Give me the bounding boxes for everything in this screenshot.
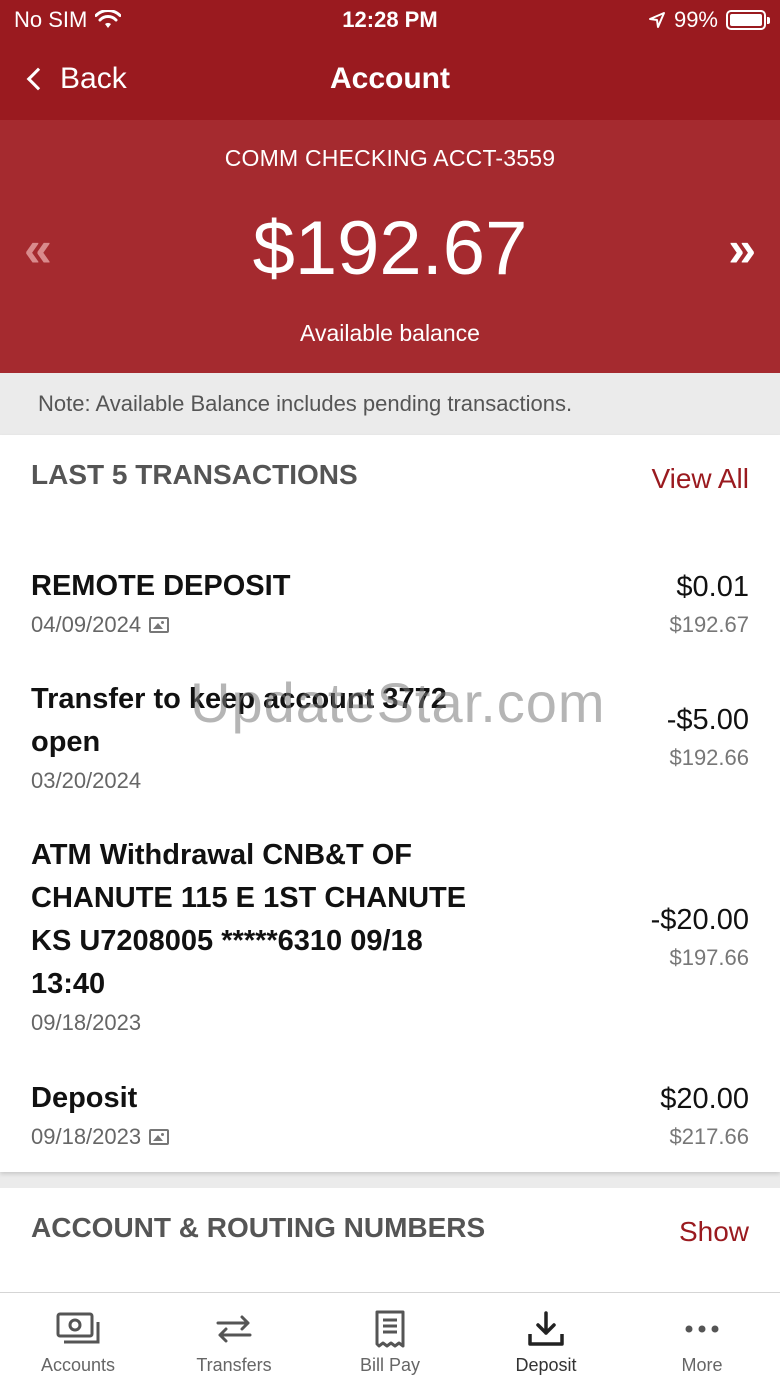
show-routing-link[interactable]: Show [679, 1216, 749, 1248]
status-right: 99% [648, 7, 770, 33]
page-title: Account [330, 62, 450, 95]
transaction-date: 09/18/2023 [31, 1124, 142, 1149]
transactions-title: LAST 5 TRANSACTIONS [31, 459, 358, 490]
battery-percent: 99% [673, 7, 718, 32]
running-balance: $192.67 [669, 612, 749, 637]
image-icon [149, 617, 170, 633]
routing-card: ACCOUNT & ROUTING NUMBERS Show [0, 1188, 780, 1293]
running-balance: $217.66 [669, 1124, 749, 1149]
transaction-description: Deposit [31, 1082, 138, 1114]
transaction-date: 09/18/2023 [31, 1010, 142, 1035]
transaction-date: 04/09/2024 [31, 612, 142, 637]
tab-label: More [681, 1355, 723, 1375]
transaction-amount: $0.01 [676, 571, 749, 603]
view-all-link[interactable]: View All [651, 463, 749, 495]
tab-label: Bill Pay [359, 1355, 421, 1375]
more-icon [685, 1325, 719, 1333]
next-account-button[interactable]: » [728, 220, 756, 278]
transaction-row[interactable]: Deposit 09/18/2023 $20.00 $217.66 [0, 1077, 780, 1157]
nav-bar: Back Account [0, 40, 780, 120]
watermark: UpdateStar.com [190, 671, 606, 734]
tab-more[interactable]: More [624, 1293, 780, 1387]
tab-bill-pay[interactable]: Bill Pay [312, 1293, 468, 1387]
transaction-description: ATM Withdrawal CNB&T OF CHANUTE 115 E 1S… [31, 839, 467, 1000]
transaction-description: REMOTE DEPOSIT [31, 570, 291, 602]
accounts-icon [56, 1312, 100, 1344]
tab-transfers[interactable]: Transfers [156, 1293, 312, 1387]
image-icon [149, 1129, 170, 1145]
status-bar: No SIM 12:28 PM 99% [0, 0, 780, 40]
transaction-date-wrap: 04/09/2024 [31, 612, 170, 638]
tab-label: Deposit [515, 1355, 577, 1375]
balance-note: Note: Available Balance includes pending… [0, 373, 780, 435]
balance-panel: COMM CHECKING ACCT-3559 « $192.67 » Avai… [0, 120, 780, 373]
transaction-amount: -$20.00 [650, 904, 749, 936]
transaction-row[interactable]: ATM Withdrawal CNB&T OF CHANUTE 115 E 1S… [0, 834, 780, 1039]
transaction-date: 03/20/2024 [31, 768, 142, 793]
balance-label: Available balance [300, 320, 480, 346]
transaction-date-wrap: 03/20/2024 [31, 768, 141, 794]
tab-accounts[interactable]: Accounts [0, 1293, 156, 1387]
bill-pay-icon [375, 1310, 405, 1348]
deposit-icon [528, 1311, 564, 1346]
transfers-icon [216, 1315, 252, 1343]
transaction-row[interactable]: REMOTE DEPOSIT 04/09/2024 $0.01 $192.67 [0, 565, 780, 645]
transaction-amount: -$5.00 [666, 704, 749, 736]
tab-bar: Accounts Transfers Bill Pay Deposit More [0, 1292, 780, 1387]
transaction-date-wrap: 09/18/2023 [31, 1124, 170, 1150]
transaction-date-wrap: 09/18/2023 [31, 1010, 141, 1036]
account-name: COMM CHECKING ACCT-3559 [224, 145, 556, 171]
available-balance: $192.67 [252, 206, 528, 291]
running-balance: $192.66 [669, 745, 749, 770]
routing-title: ACCOUNT & ROUTING NUMBERS [31, 1212, 486, 1243]
location-arrow-icon [648, 12, 665, 28]
tab-label: Accounts [40, 1355, 116, 1375]
tab-label: Transfers [196, 1355, 272, 1375]
tab-deposit[interactable]: Deposit [468, 1293, 624, 1387]
transaction-amount: $20.00 [660, 1083, 749, 1115]
battery-icon [726, 10, 770, 30]
transactions-card: LAST 5 TRANSACTIONS View All REMOTE DEPO… [0, 435, 780, 1172]
running-balance: $197.66 [669, 945, 749, 970]
